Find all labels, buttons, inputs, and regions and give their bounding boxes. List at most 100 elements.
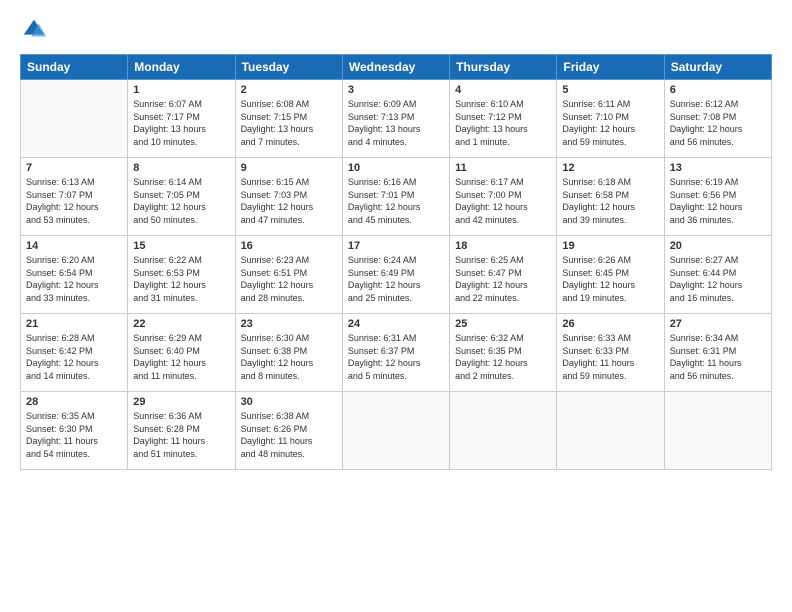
calendar-header-row: SundayMondayTuesdayWednesdayThursdayFrid… <box>21 55 772 80</box>
day-number: 9 <box>241 162 337 174</box>
day-cell: 4Sunrise: 6:10 AM Sunset: 7:12 PM Daylig… <box>450 80 557 158</box>
day-info: Sunrise: 6:28 AM Sunset: 6:42 PM Dayligh… <box>26 332 122 382</box>
day-cell: 13Sunrise: 6:19 AM Sunset: 6:56 PM Dayli… <box>664 158 771 236</box>
day-number: 26 <box>562 318 658 330</box>
day-info: Sunrise: 6:09 AM Sunset: 7:13 PM Dayligh… <box>348 98 444 148</box>
day-cell <box>342 392 449 470</box>
day-number: 28 <box>26 396 122 408</box>
day-number: 20 <box>670 240 766 252</box>
day-number: 24 <box>348 318 444 330</box>
day-cell: 16 Sunrise: 6:23 AM Sunset: 6:51 PM Dayli… <box>235 236 342 314</box>
day-cell: 10 Sunrise: 6:16 AM Sunset: 7:01 PM Dayli… <box>342 158 449 236</box>
day-info: Sunrise: 6:22 AM Sunset: 6:53 PM Dayligh… <box>133 254 229 304</box>
day-cell: 24 Sunrise: 6:31 AM Sunset: 6:37 PM Dayli… <box>342 314 449 392</box>
day-info: Sunrise: 6:27 AM Sunset: 6:44 PM Dayligh… <box>670 254 766 304</box>
day-cell: 7 Sunrise: 6:13 AM Sunset: 7:07 PM Daylig… <box>21 158 128 236</box>
col-header-friday: Friday <box>557 55 664 80</box>
day-number: 16 <box>241 240 337 252</box>
day-cell: 18 Sunrise: 6:25 AM Sunset: 6:47 PM Dayli… <box>450 236 557 314</box>
day-cell: 22 Sunrise: 6:29 AM Sunset: 6:40 PM Dayli… <box>128 314 235 392</box>
page: SundayMondayTuesdayWednesdayThursdayFrid… <box>0 0 792 612</box>
col-header-sunday: Sunday <box>21 55 128 80</box>
day-number: 1 <box>133 84 229 96</box>
week-row-3: 14 Sunrise: 6:20 AM Sunset: 6:54 PM Dayli… <box>21 236 772 314</box>
day-cell: 6 Sunrise: 6:12 AM Sunset: 7:08 PM Daylig… <box>664 80 771 158</box>
day-cell: 23 Sunrise: 6:30 AM Sunset: 6:38 PM Dayli… <box>235 314 342 392</box>
day-info: Sunrise: 6:20 AM Sunset: 6:54 PM Dayligh… <box>26 254 122 304</box>
day-info: Sunrise: 6:25 AM Sunset: 6:47 PM Dayligh… <box>455 254 551 304</box>
day-number: 15 <box>133 240 229 252</box>
day-cell: 25Sunrise: 6:32 AM Sunset: 6:35 PM Dayli… <box>450 314 557 392</box>
calendar-table: SundayMondayTuesdayWednesdayThursdayFrid… <box>20 54 772 470</box>
day-cell: 17 Sunrise: 6:24 AM Sunset: 6:49 PM Dayli… <box>342 236 449 314</box>
logo <box>20 16 52 44</box>
day-info: Sunrise: 6:31 AM Sunset: 6:37 PM Dayligh… <box>348 332 444 382</box>
day-info: Sunrise: 6:11 AM Sunset: 7:10 PM Dayligh… <box>562 98 658 148</box>
day-info: Sunrise: 6:18 AM Sunset: 6:58 PM Dayligh… <box>562 176 658 226</box>
day-info: Sunrise: 6:34 AM Sunset: 6:31 PM Dayligh… <box>670 332 766 382</box>
day-info: Sunrise: 6:07 AM Sunset: 7:17 PM Dayligh… <box>133 98 229 148</box>
day-cell <box>664 392 771 470</box>
day-number: 18 <box>455 240 551 252</box>
day-cell: 5 Sunrise: 6:11 AM Sunset: 7:10 PM Daylig… <box>557 80 664 158</box>
day-info: Sunrise: 6:26 AM Sunset: 6:45 PM Dayligh… <box>562 254 658 304</box>
day-cell <box>21 80 128 158</box>
day-number: 21 <box>26 318 122 330</box>
day-number: 5 <box>562 84 658 96</box>
col-header-tuesday: Tuesday <box>235 55 342 80</box>
day-cell: 2 Sunrise: 6:08 AM Sunset: 7:15 PM Daylig… <box>235 80 342 158</box>
day-info: Sunrise: 6:23 AM Sunset: 6:51 PM Dayligh… <box>241 254 337 304</box>
day-info: Sunrise: 6:24 AM Sunset: 6:49 PM Dayligh… <box>348 254 444 304</box>
day-number: 12 <box>562 162 658 174</box>
logo-icon <box>20 16 48 44</box>
day-info: Sunrise: 6:16 AM Sunset: 7:01 PM Dayligh… <box>348 176 444 226</box>
week-row-4: 21 Sunrise: 6:28 AM Sunset: 6:42 PM Dayli… <box>21 314 772 392</box>
day-number: 14 <box>26 240 122 252</box>
day-number: 10 <box>348 162 444 174</box>
day-number: 19 <box>562 240 658 252</box>
day-cell: 20 Sunrise: 6:27 AM Sunset: 6:44 PM Dayli… <box>664 236 771 314</box>
day-cell: 30Sunrise: 6:38 AM Sunset: 6:26 PM Dayli… <box>235 392 342 470</box>
day-number: 17 <box>348 240 444 252</box>
day-cell <box>450 392 557 470</box>
day-info: Sunrise: 6:12 AM Sunset: 7:08 PM Dayligh… <box>670 98 766 148</box>
day-number: 23 <box>241 318 337 330</box>
day-cell: 8 Sunrise: 6:14 AM Sunset: 7:05 PM Daylig… <box>128 158 235 236</box>
day-cell <box>557 392 664 470</box>
day-cell: 28 Sunrise: 6:35 AM Sunset: 6:30 PM Dayli… <box>21 392 128 470</box>
day-info: Sunrise: 6:30 AM Sunset: 6:38 PM Dayligh… <box>241 332 337 382</box>
day-info: Sunrise: 6:17 AM Sunset: 7:00 PM Dayligh… <box>455 176 551 226</box>
day-cell: 21 Sunrise: 6:28 AM Sunset: 6:42 PM Dayli… <box>21 314 128 392</box>
day-info: Sunrise: 6:08 AM Sunset: 7:15 PM Dayligh… <box>241 98 337 148</box>
day-number: 8 <box>133 162 229 174</box>
day-cell: 11 Sunrise: 6:17 AM Sunset: 7:00 PM Dayli… <box>450 158 557 236</box>
week-row-1: 1 Sunrise: 6:07 AM Sunset: 7:17 PM Daylig… <box>21 80 772 158</box>
day-cell: 12 Sunrise: 6:18 AM Sunset: 6:58 PM Dayli… <box>557 158 664 236</box>
day-number: 3 <box>348 84 444 96</box>
day-info: Sunrise: 6:19 AM Sunset: 6:56 PM Dayligh… <box>670 176 766 226</box>
day-cell: 3 Sunrise: 6:09 AM Sunset: 7:13 PM Daylig… <box>342 80 449 158</box>
day-number: 11 <box>455 162 551 174</box>
col-header-wednesday: Wednesday <box>342 55 449 80</box>
day-info: Sunrise: 6:14 AM Sunset: 7:05 PM Dayligh… <box>133 176 229 226</box>
day-info: Sunrise: 6:33 AM Sunset: 6:33 PM Dayligh… <box>562 332 658 382</box>
day-info: Sunrise: 6:10 AM Sunset: 7:12 PM Dayligh… <box>455 98 551 148</box>
day-info: Sunrise: 6:29 AM Sunset: 6:40 PM Dayligh… <box>133 332 229 382</box>
day-number: 30 <box>241 396 337 408</box>
day-info: Sunrise: 6:13 AM Sunset: 7:07 PM Dayligh… <box>26 176 122 226</box>
day-cell: 19 Sunrise: 6:26 AM Sunset: 6:45 PM Dayli… <box>557 236 664 314</box>
day-cell: 29 Sunrise: 6:36 AM Sunset: 6:28 PM Dayli… <box>128 392 235 470</box>
week-row-2: 7 Sunrise: 6:13 AM Sunset: 7:07 PM Daylig… <box>21 158 772 236</box>
day-number: 7 <box>26 162 122 174</box>
day-cell: 9Sunrise: 6:15 AM Sunset: 7:03 PM Daylig… <box>235 158 342 236</box>
day-number: 2 <box>241 84 337 96</box>
day-number: 6 <box>670 84 766 96</box>
day-cell: 15 Sunrise: 6:22 AM Sunset: 6:53 PM Dayli… <box>128 236 235 314</box>
week-row-5: 28 Sunrise: 6:35 AM Sunset: 6:30 PM Dayli… <box>21 392 772 470</box>
day-number: 22 <box>133 318 229 330</box>
day-info: Sunrise: 6:36 AM Sunset: 6:28 PM Dayligh… <box>133 410 229 460</box>
day-info: Sunrise: 6:35 AM Sunset: 6:30 PM Dayligh… <box>26 410 122 460</box>
day-number: 29 <box>133 396 229 408</box>
day-cell: 1 Sunrise: 6:07 AM Sunset: 7:17 PM Daylig… <box>128 80 235 158</box>
col-header-thursday: Thursday <box>450 55 557 80</box>
